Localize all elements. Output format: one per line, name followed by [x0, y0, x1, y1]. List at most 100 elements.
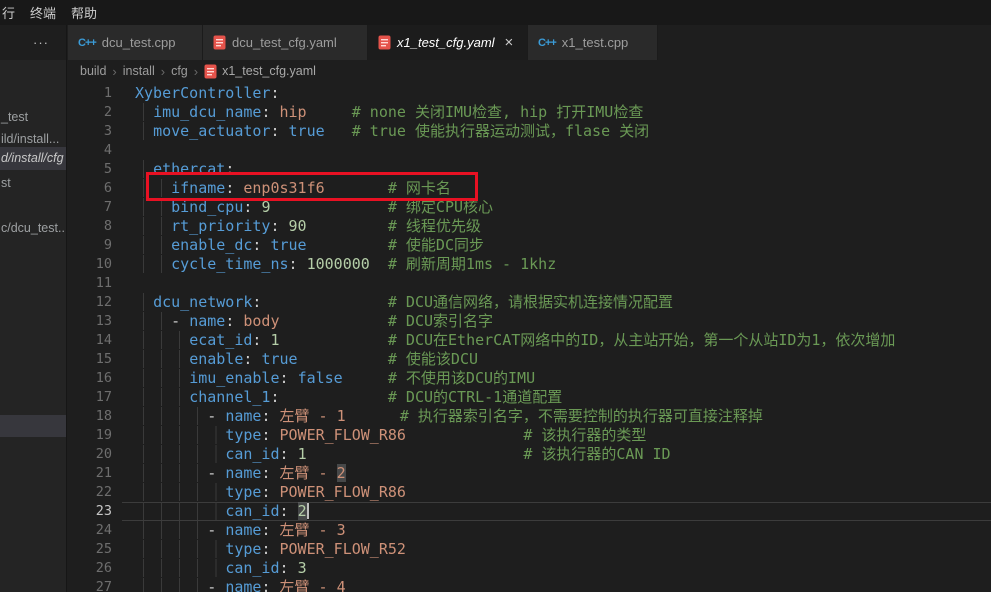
token: 1: [270, 331, 279, 349]
tab-x1_test.cpp[interactable]: C++x1_test.cpp: [528, 25, 658, 60]
code-line[interactable]: 17 channel_1: # DCU的CTRL-1通道配置: [68, 388, 991, 407]
token: :: [225, 312, 234, 330]
code-line[interactable]: 20 can_id: 1 # 该执行器的CAN ID: [68, 445, 991, 464]
code-line[interactable]: 1XyberController:: [68, 84, 991, 103]
line-number: 17: [68, 388, 112, 407]
code-line[interactable]: 23 can_id: 2: [68, 502, 991, 521]
line-number: 20: [68, 445, 112, 464]
token: [406, 426, 523, 444]
tab-dcu_test.cpp[interactable]: C++dcu_test.cpp: [68, 25, 203, 60]
token: # 使能DC同步: [388, 236, 484, 254]
code-line[interactable]: 15 enable: true # 使能该DCU: [68, 350, 991, 369]
token: move_actuator: [153, 122, 270, 140]
token: -: [171, 312, 189, 330]
token: name: [225, 464, 261, 482]
sidebar-item[interactable]: st: [0, 172, 66, 194]
breadcrumb-file[interactable]: x1_test_cfg.yaml: [204, 64, 316, 79]
sidebar-item[interactable]: _test: [0, 106, 66, 128]
line-number: 8: [68, 217, 112, 236]
code-line[interactable]: 25 type: POWER_FLOW_R52: [68, 540, 991, 559]
token: [289, 559, 298, 577]
code-text: enable: true # 使能该DCU: [135, 350, 991, 369]
token: name: [225, 407, 261, 425]
more-actions-button[interactable]: ···: [33, 35, 49, 50]
token: # 该执行器的类型: [523, 426, 646, 444]
breadcrumb-segment[interactable]: build: [80, 64, 106, 78]
token: 左臂 - 1: [280, 407, 346, 425]
code-line[interactable]: 4: [68, 141, 991, 160]
token: enp0s31f6: [243, 179, 324, 197]
token: -: [207, 578, 225, 592]
code-text: - name: 左臂 - 1 # 执行器索引名字，不需要控制的执行器可直接注释掉: [135, 407, 991, 426]
code-text: dcu_network: # DCU通信网络，请根据实机连接情况配置: [135, 293, 991, 312]
line-number: 9: [68, 236, 112, 255]
sidebar-item[interactable]: c/dcu_test...: [0, 217, 66, 239]
close-icon[interactable]: ×: [505, 35, 514, 50]
code-text: cycle_time_ns: 1000000 # 刷新周期1ms - 1khz: [135, 255, 991, 274]
code-line[interactable]: 16 imu_enable: false # 不使用该DCU的IMU: [68, 369, 991, 388]
token: [270, 483, 279, 501]
line-number: 19: [68, 426, 112, 445]
token: # 不使用该DCU的IMU: [388, 369, 535, 387]
token: [270, 103, 279, 121]
code-line[interactable]: 11: [68, 274, 991, 293]
code-line[interactable]: 18 - name: 左臂 - 1 # 执行器索引名字，不需要控制的执行器可直接…: [68, 407, 991, 426]
breadcrumb-segment[interactable]: cfg: [171, 64, 188, 78]
code-line[interactable]: 21 - name: 左臂 - 2: [68, 464, 991, 483]
token: 3: [298, 559, 307, 577]
menu-item-0[interactable]: 行: [2, 3, 24, 22]
chevron-right-icon: ›: [161, 64, 165, 79]
code-line[interactable]: 19 type: POWER_FLOW_R86 # 该执行器的类型: [68, 426, 991, 445]
code-line[interactable]: 5 ethercat:: [68, 160, 991, 179]
code-line[interactable]: 27 - name: 左臂 - 4: [68, 578, 991, 592]
code-line[interactable]: 26 can_id: 3: [68, 559, 991, 578]
code-line[interactable]: 2 imu_dcu_name: hip # none 关闭IMU检查, hip …: [68, 103, 991, 122]
token: [135, 255, 171, 273]
token: [135, 578, 207, 592]
code-line[interactable]: 13 - name: body # DCU索引名字: [68, 312, 991, 331]
code-text: [135, 141, 991, 160]
code-line[interactable]: 12 dcu_network: # DCU通信网络，请根据实机连接情况配置: [68, 293, 991, 312]
menu-item-2[interactable]: 帮助: [71, 3, 106, 22]
code-text: - name: 左臂 - 2: [135, 464, 991, 483]
code-text: - name: 左臂 - 4: [135, 578, 991, 592]
code-text: can_id: 1 # 该执行器的CAN ID: [135, 445, 991, 464]
code-line[interactable]: 9 enable_dc: true # 使能DC同步: [68, 236, 991, 255]
token: ifname: [171, 179, 225, 197]
code-line[interactable]: 22 type: POWER_FLOW_R86: [68, 483, 991, 502]
line-number: 12: [68, 293, 112, 312]
token: [298, 255, 307, 273]
code-line[interactable]: 24 - name: 左臂 - 3: [68, 521, 991, 540]
code-line[interactable]: 8 rt_priority: 90 # 线程优先级: [68, 217, 991, 236]
code-line[interactable]: 3 move_actuator: true # true 使能执行器运动测试，f…: [68, 122, 991, 141]
code-text: type: POWER_FLOW_R52: [135, 540, 991, 559]
sidebar-item[interactable]: d/install/cfg: [0, 147, 66, 170]
breadcrumb-segment[interactable]: install: [123, 64, 155, 78]
token: [270, 464, 279, 482]
code-line[interactable]: 10 cycle_time_ns: 1000000 # 刷新周期1ms - 1k…: [68, 255, 991, 274]
token: POWER_FLOW_R86: [280, 483, 406, 501]
token: [289, 369, 298, 387]
token: [135, 521, 207, 539]
tab-x1_test_cfg.yaml[interactable]: x1_test_cfg.yaml×: [368, 25, 528, 60]
menu-item-1[interactable]: 终端: [30, 3, 65, 22]
token: [289, 502, 298, 520]
token: 2: [298, 502, 307, 520]
token: [135, 312, 171, 330]
token: enable_dc: [171, 236, 252, 254]
text-cursor: [307, 503, 309, 519]
tab-dcu_test_cfg.yaml[interactable]: dcu_test_cfg.yaml: [203, 25, 368, 60]
token: type: [225, 483, 261, 501]
sidebar-selected-row[interactable]: [0, 415, 66, 437]
code-text: imu_enable: false # 不使用该DCU的IMU: [135, 369, 991, 388]
code-line[interactable]: 14 ecat_id: 1 # DCU在EtherCAT网络中的ID，从主站开始…: [68, 331, 991, 350]
token: :: [225, 160, 234, 178]
token: # DCU通信网络，请根据实机连接情况配置: [388, 293, 673, 311]
token: [135, 502, 225, 520]
code-line[interactable]: 7 bind_cpu: 9 # 绑定CPU核心: [68, 198, 991, 217]
line-number: 27: [68, 578, 112, 592]
token: # 绑定CPU核心: [388, 198, 493, 216]
token: [270, 521, 279, 539]
code-line[interactable]: 6 ifname: enp0s31f6 # 网卡名: [68, 179, 991, 198]
cpp-icon: C++: [538, 37, 556, 49]
